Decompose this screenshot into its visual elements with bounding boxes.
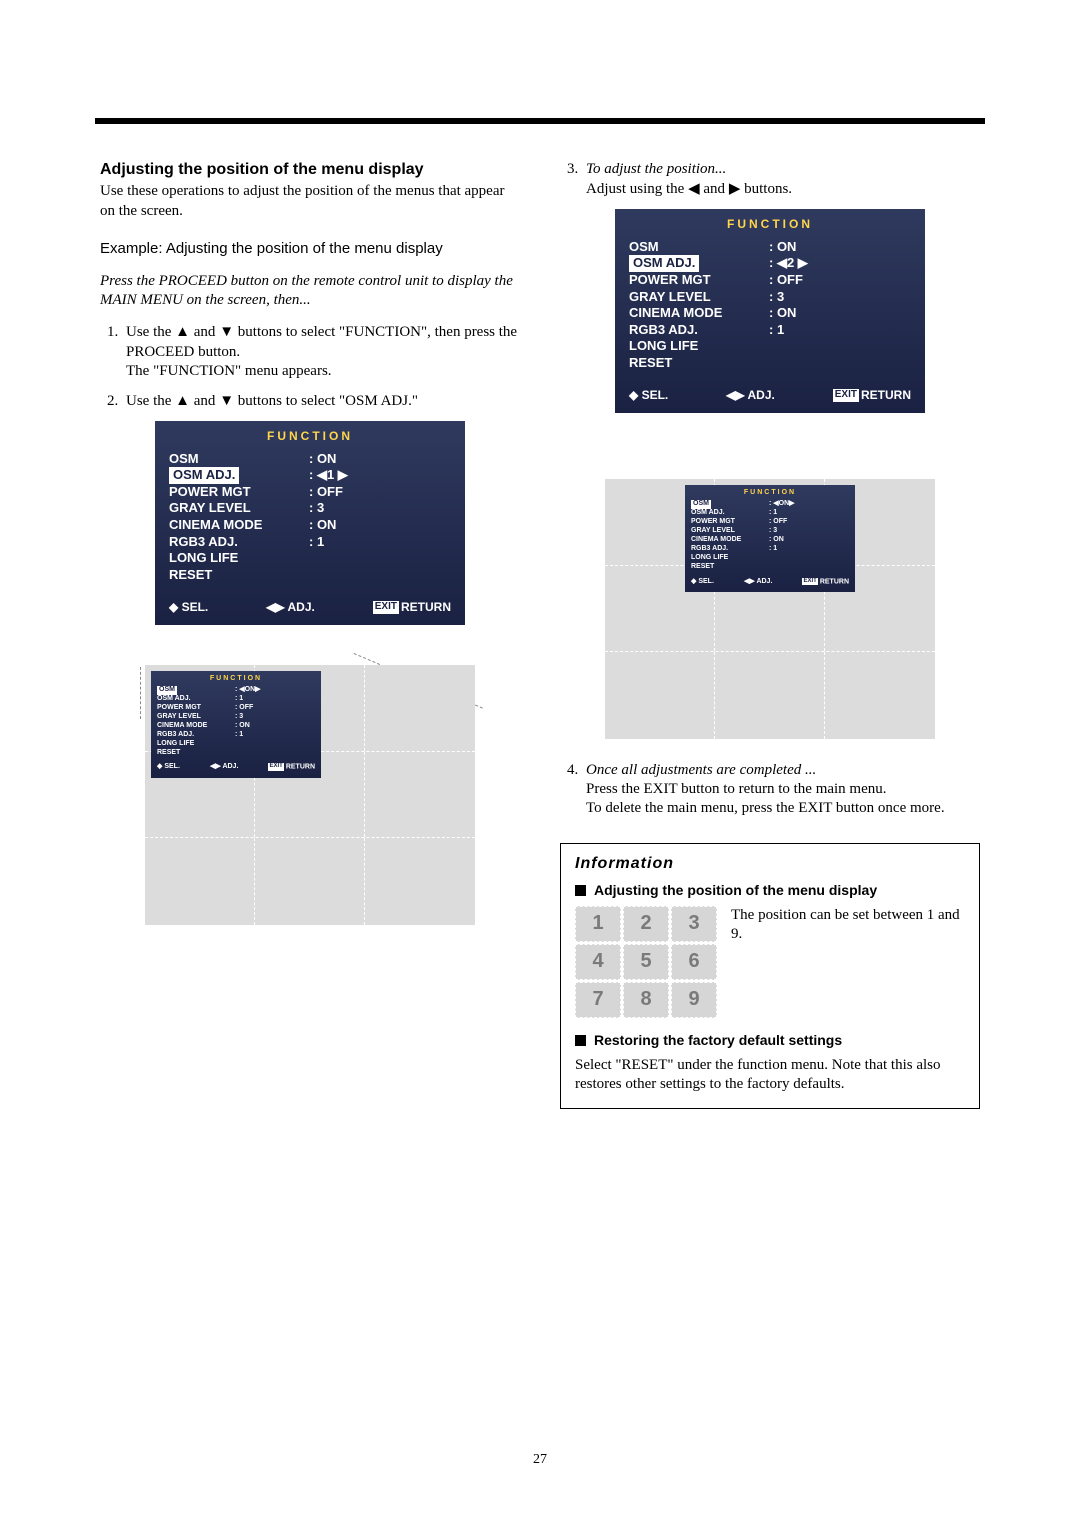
step2-text-c: buttons to select "OSM ADJ." xyxy=(234,393,418,409)
step-2: Use the ▲ and ▼ buttons to select "OSM A… xyxy=(122,391,520,411)
grid-cell: 7 xyxy=(575,982,621,1018)
osd-adj: ◀▶ ADJ. xyxy=(266,600,315,615)
step2-text-a: Use the xyxy=(126,393,175,409)
screen-mock-left: FUNCTION OSM: ◀ON▶ OSM ADJ.: 1 POWER MGT… xyxy=(145,665,475,925)
example-line: Example: Adjusting the position of the m… xyxy=(100,239,520,258)
osd-row-value: : OFF xyxy=(309,484,343,501)
grid-cell: 6 xyxy=(671,944,717,980)
osd-sel: ◆ SEL. xyxy=(629,388,668,403)
osd-row-value: : ◀1 ▶ xyxy=(309,467,348,484)
grid-cell: 5 xyxy=(623,944,669,980)
two-column-layout: Adjusting the position of the menu displ… xyxy=(100,140,980,1109)
steps-list: Use the ▲ and ▼ buttons to select "FUNCT… xyxy=(100,322,520,411)
top-divider xyxy=(95,118,985,124)
step-1: Use the ▲ and ▼ buttons to select "FUNCT… xyxy=(122,322,520,381)
screen-mock-right-wrap: FUNCTION OSM: ◀ON▶ OSM ADJ.: 1 POWER MGT… xyxy=(590,479,950,739)
step1-text-b: and xyxy=(190,324,219,340)
step1-text-d: The "FUNCTION" menu appears. xyxy=(126,363,332,379)
step4-body1: Press the EXIT button to return to the m… xyxy=(586,781,887,797)
osd-row-label: OSM ADJ. xyxy=(169,467,309,484)
step3-lead: To adjust the position... xyxy=(586,161,726,177)
mini-hl: OSM xyxy=(157,686,177,695)
position-grid: 1 2 3 4 5 6 7 8 9 xyxy=(575,906,717,1018)
grid-cell: 8 xyxy=(623,982,669,1018)
step-4: Once all adjustments are completed ... P… xyxy=(582,761,980,819)
grid-cell: 4 xyxy=(575,944,621,980)
info-body-2: Select "RESET" under the function menu. … xyxy=(575,1056,965,1094)
osd-title: FUNCTION xyxy=(169,429,451,444)
osd-footer: ◆ SEL. ◀▶ ADJ. EXITRETURN xyxy=(169,600,451,615)
up-triangle-icon: ▲ xyxy=(175,391,190,410)
info-sub-1: Adjusting the position of the menu displ… xyxy=(575,882,965,900)
info-heading: Information xyxy=(575,854,965,874)
osd-panel-left: FUNCTION OSM: ON OSM ADJ.: ◀1 ▶ POWER MG… xyxy=(155,421,465,625)
step1-text-a: Use the xyxy=(126,324,175,340)
grid-cell: 2 xyxy=(623,906,669,942)
right-triangle-icon: ▶ xyxy=(729,179,741,198)
steps-list-right-2: Once all adjustments are completed ... P… xyxy=(560,761,980,819)
page-number: 27 xyxy=(0,1452,1080,1468)
press-instruction: Press the PROCEED button on the remote c… xyxy=(100,272,520,310)
left-triangle-icon: ◀ xyxy=(688,179,700,198)
osd-row-label: GRAY LEVEL xyxy=(169,500,309,517)
osd-row-value: : ON xyxy=(309,451,336,468)
osd-row-label: OSM xyxy=(169,451,309,468)
page: Adjusting the position of the menu displ… xyxy=(0,0,1080,1528)
section-heading: Adjusting the position of the menu displ… xyxy=(100,160,520,180)
mini-osd-right: FUNCTION OSM: ◀ON▶ OSM ADJ.: 1 POWER MGT… xyxy=(685,485,855,592)
exit-box-icon: EXIT xyxy=(373,601,399,614)
step4-body2: To delete the main menu, press the EXIT … xyxy=(586,800,945,816)
down-triangle-icon: ▼ xyxy=(219,322,234,341)
grid-cell: 1 xyxy=(575,906,621,942)
screen-mock-left-wrap: FUNCTION OSM: ◀ON▶ OSM ADJ.: 1 POWER MGT… xyxy=(130,665,490,925)
grid-cell: 3 xyxy=(671,906,717,942)
osd-row-label: RESET xyxy=(169,567,309,584)
dashed-guide-icon xyxy=(140,667,141,719)
mini-osd-left: FUNCTION OSM: ◀ON▶ OSM ADJ.: 1 POWER MGT… xyxy=(151,671,321,778)
info-row: 1 2 3 4 5 6 7 8 9 The position can be se… xyxy=(575,906,965,1018)
osd-row-label: CINEMA MODE xyxy=(169,517,309,534)
info-sub-2: Restoring the factory default settings xyxy=(575,1032,965,1050)
step2-text-b: and xyxy=(190,393,219,409)
screen-mock-right: FUNCTION OSM: ◀ON▶ OSM ADJ.: 1 POWER MGT… xyxy=(605,479,935,739)
osd-return: EXITRETURN xyxy=(373,600,451,615)
steps-list-right: To adjust the position... Adjust using t… xyxy=(560,160,980,199)
osd-row-label: RGB3 ADJ. xyxy=(169,534,309,551)
osd-highlight: OSM ADJ. xyxy=(169,467,239,484)
information-box: Information Adjusting the position of th… xyxy=(560,843,980,1110)
osd-return: EXITRETURN xyxy=(833,388,911,403)
step4-lead: Once all adjustments are completed ... xyxy=(586,762,816,778)
step-3: To adjust the position... Adjust using t… xyxy=(582,160,980,199)
osd-adj: ◀▶ ADJ. xyxy=(726,388,775,403)
up-triangle-icon: ▲ xyxy=(175,322,190,341)
info-body-1: The position can be set between 1 and 9. xyxy=(731,906,961,944)
step3-body-b: and xyxy=(700,181,729,197)
step3-body-c: buttons. xyxy=(740,181,792,197)
mini-osd-title: FUNCTION xyxy=(157,675,315,684)
osd-row-value: : ON xyxy=(309,517,336,534)
osd-row-label: POWER MGT xyxy=(169,484,309,501)
osd-title: FUNCTION xyxy=(629,217,911,232)
osd-row-value: : 1 xyxy=(309,534,324,551)
osd-row-label: LONG LIFE xyxy=(169,550,309,567)
down-triangle-icon: ▼ xyxy=(219,391,234,410)
left-column: Adjusting the position of the menu displ… xyxy=(100,140,520,1109)
osd-row-value: : 3 xyxy=(309,500,324,517)
osd-sel: ◆ SEL. xyxy=(169,600,208,615)
grid-cell: 9 xyxy=(671,982,717,1018)
intro-paragraph: Use these operations to adjust the posit… xyxy=(100,182,520,220)
right-column: To adjust the position... Adjust using t… xyxy=(560,140,980,1109)
step3-body-a: Adjust using the xyxy=(586,181,688,197)
osd-panel-right: FUNCTION OSM: ON OSM ADJ.: ◀2 ▶ POWER MG… xyxy=(615,209,925,413)
